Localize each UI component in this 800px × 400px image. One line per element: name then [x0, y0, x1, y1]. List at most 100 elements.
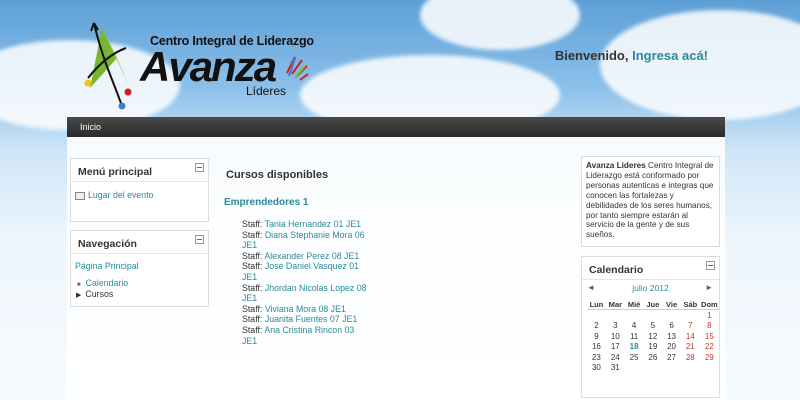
staff-label: Staff:: [242, 324, 265, 335]
staff-label: Staff:: [242, 229, 265, 240]
block-title: Calendario: [589, 264, 644, 276]
course-link[interactable]: Emprendedores 1: [224, 197, 308, 208]
calendar-day[interactable]: 8: [700, 321, 719, 331]
divider: [71, 181, 208, 182]
divider: [582, 279, 719, 280]
weekday-header: Vie: [662, 299, 681, 311]
calendar-day: [662, 310, 681, 321]
block-menu-principal: Menú principal Lugar del evento: [70, 158, 209, 222]
calendar-day[interactable]: 19: [643, 342, 662, 352]
calendar-day[interactable]: 29: [700, 352, 719, 362]
page-title: Cursos disponibles: [226, 169, 329, 181]
calendar-day: [643, 362, 662, 372]
nav-cursos-label: Cursos: [85, 289, 114, 299]
calendar-day: [681, 362, 700, 372]
block-title: Navegación: [78, 238, 137, 250]
calendar-day[interactable]: 25: [625, 352, 644, 362]
calendar-day[interactable]: 16: [587, 342, 606, 352]
menu-item[interactable]: Lugar del evento: [75, 190, 154, 200]
nav-item-cursos[interactable]: ▶ Cursos: [76, 289, 113, 299]
minimize-icon[interactable]: [195, 163, 204, 172]
weekday-header: Sáb: [680, 299, 700, 311]
calendar-day[interactable]: 12: [643, 331, 662, 341]
minimize-icon[interactable]: [706, 261, 715, 270]
welcome-message: Bienvenido, Ingresa acá!: [555, 48, 708, 63]
calendar-day[interactable]: 9: [587, 331, 606, 341]
calendar-day[interactable]: 17: [606, 342, 625, 352]
calendar-day[interactable]: 28: [681, 352, 700, 362]
calendar-day: [587, 310, 606, 321]
about-bold: Avanza Lideres: [586, 161, 646, 170]
calendar-day[interactable]: 6: [662, 321, 681, 331]
about-body: Centro Integral de Liderazgo está confor…: [586, 161, 714, 240]
calendar-day[interactable]: 24: [606, 352, 625, 362]
triangle-right-icon: ▶: [76, 292, 82, 299]
block-navegacion: Navegación Página Principal ■ Calendario …: [70, 230, 209, 307]
calendar-day[interactable]: 18: [625, 342, 644, 352]
calendar-day[interactable]: 15: [700, 331, 719, 341]
staff-item: Staff: Tania Hernandez 01 JE1: [242, 219, 367, 230]
calendar-month[interactable]: julio 2012: [582, 283, 719, 293]
nav-calendario-link[interactable]: Calendario: [86, 278, 129, 288]
weekday-header: Jue: [643, 299, 663, 311]
staff-link[interactable]: Juanita Fuentes 07 JE1: [265, 314, 357, 324]
minimize-icon[interactable]: [195, 235, 204, 244]
calendar-day: [643, 310, 662, 321]
calendar-day[interactable]: 5: [643, 321, 662, 331]
calendar-day[interactable]: 2: [587, 321, 606, 331]
block-calendario: Calendario ◄ julio 2012 ► Lun Mar Mié Jue Vi…: [581, 256, 720, 398]
page-icon: [75, 191, 85, 200]
login-link[interactable]: Ingresa acá!: [632, 48, 708, 63]
block-title: Menú principal: [78, 166, 153, 178]
calendar-day[interactable]: 4: [625, 321, 644, 331]
calendar-day[interactable]: 20: [662, 342, 681, 352]
calendar-table: Lun Mar Mié Jue Vie Sáb Dom 1 2 3 4 5 6 7 8 9 10 11 12 13 14…: [587, 299, 719, 373]
staff-item: Staff: Alexander Perez 08 JE1: [242, 251, 367, 262]
staff-item: Staff: Jhordan Nicolas Lopez 08 JE1: [242, 283, 367, 304]
calendar-day[interactable]: 3: [606, 321, 625, 331]
calendar-day[interactable]: 23: [587, 352, 606, 362]
weekday-header: Mar: [605, 299, 625, 311]
calendar-day: [625, 310, 644, 321]
staff-label: Staff:: [242, 303, 265, 314]
staff-list: Staff: Tania Hernandez 01 JE1 Staff: Dian…: [242, 219, 367, 346]
calendar-day: [606, 310, 625, 321]
calendar-day[interactable]: 30: [587, 362, 606, 372]
calendar-day[interactable]: 1: [700, 310, 719, 321]
calendar-day[interactable]: 22: [700, 342, 719, 352]
cloud: [600, 10, 800, 120]
nav-item-calendario[interactable]: ■ Calendario: [77, 278, 128, 288]
calendar-day[interactable]: 7: [681, 321, 700, 331]
next-month-icon[interactable]: ►: [705, 283, 713, 292]
calendar-day[interactable]: 11: [625, 331, 644, 341]
about-text: Avanza Lideres Centro Integral de Lidera…: [586, 161, 716, 240]
staff-item: Staff: Juanita Fuentes 07 JE1: [242, 314, 367, 325]
staff-label: Staff:: [242, 250, 265, 261]
staff-label: Staff:: [242, 261, 265, 272]
staff-item: Staff: Diana Stephanie Mora 06 JE1: [242, 230, 367, 251]
staff-link[interactable]: Viviana Mora 08 JE1: [265, 304, 346, 314]
calendar-day[interactable]: 13: [662, 331, 681, 341]
weekday-header: Lun: [587, 299, 606, 311]
calendar-day: [625, 362, 644, 372]
calendar-day[interactable]: 26: [643, 352, 662, 362]
nav-home[interactable]: Inicio: [80, 122, 101, 132]
welcome-text: Bienvenido,: [554, 48, 629, 63]
calendar-day[interactable]: 31: [606, 362, 625, 372]
calendar-day[interactable]: 14: [681, 331, 700, 341]
menu-item-lugar[interactable]: Lugar del evento: [88, 190, 154, 200]
staff-item: Staff: Jose Daniel Vasquez 01 JE1: [242, 261, 367, 282]
staff-link[interactable]: Tania Hernandez 01 JE1: [265, 219, 361, 229]
cloud: [420, 0, 580, 50]
calendar-day[interactable]: 10: [606, 331, 625, 341]
staff-item: Staff: Viviana Mora 08 JE1: [242, 304, 367, 315]
staff-label: Staff:: [242, 219, 265, 229]
calendar-day: [662, 362, 681, 372]
staff-link[interactable]: Alexander Perez 08 JE1: [264, 251, 359, 261]
block-about: Avanza Lideres Centro Integral de Lidera…: [581, 156, 720, 247]
top-navbar: Inicio: [67, 117, 725, 137]
calendar-day[interactable]: 21: [681, 342, 700, 352]
nav-pagina-principal[interactable]: Página Principal: [75, 261, 139, 271]
calendar-day[interactable]: 27: [662, 352, 681, 362]
divider: [71, 253, 208, 254]
